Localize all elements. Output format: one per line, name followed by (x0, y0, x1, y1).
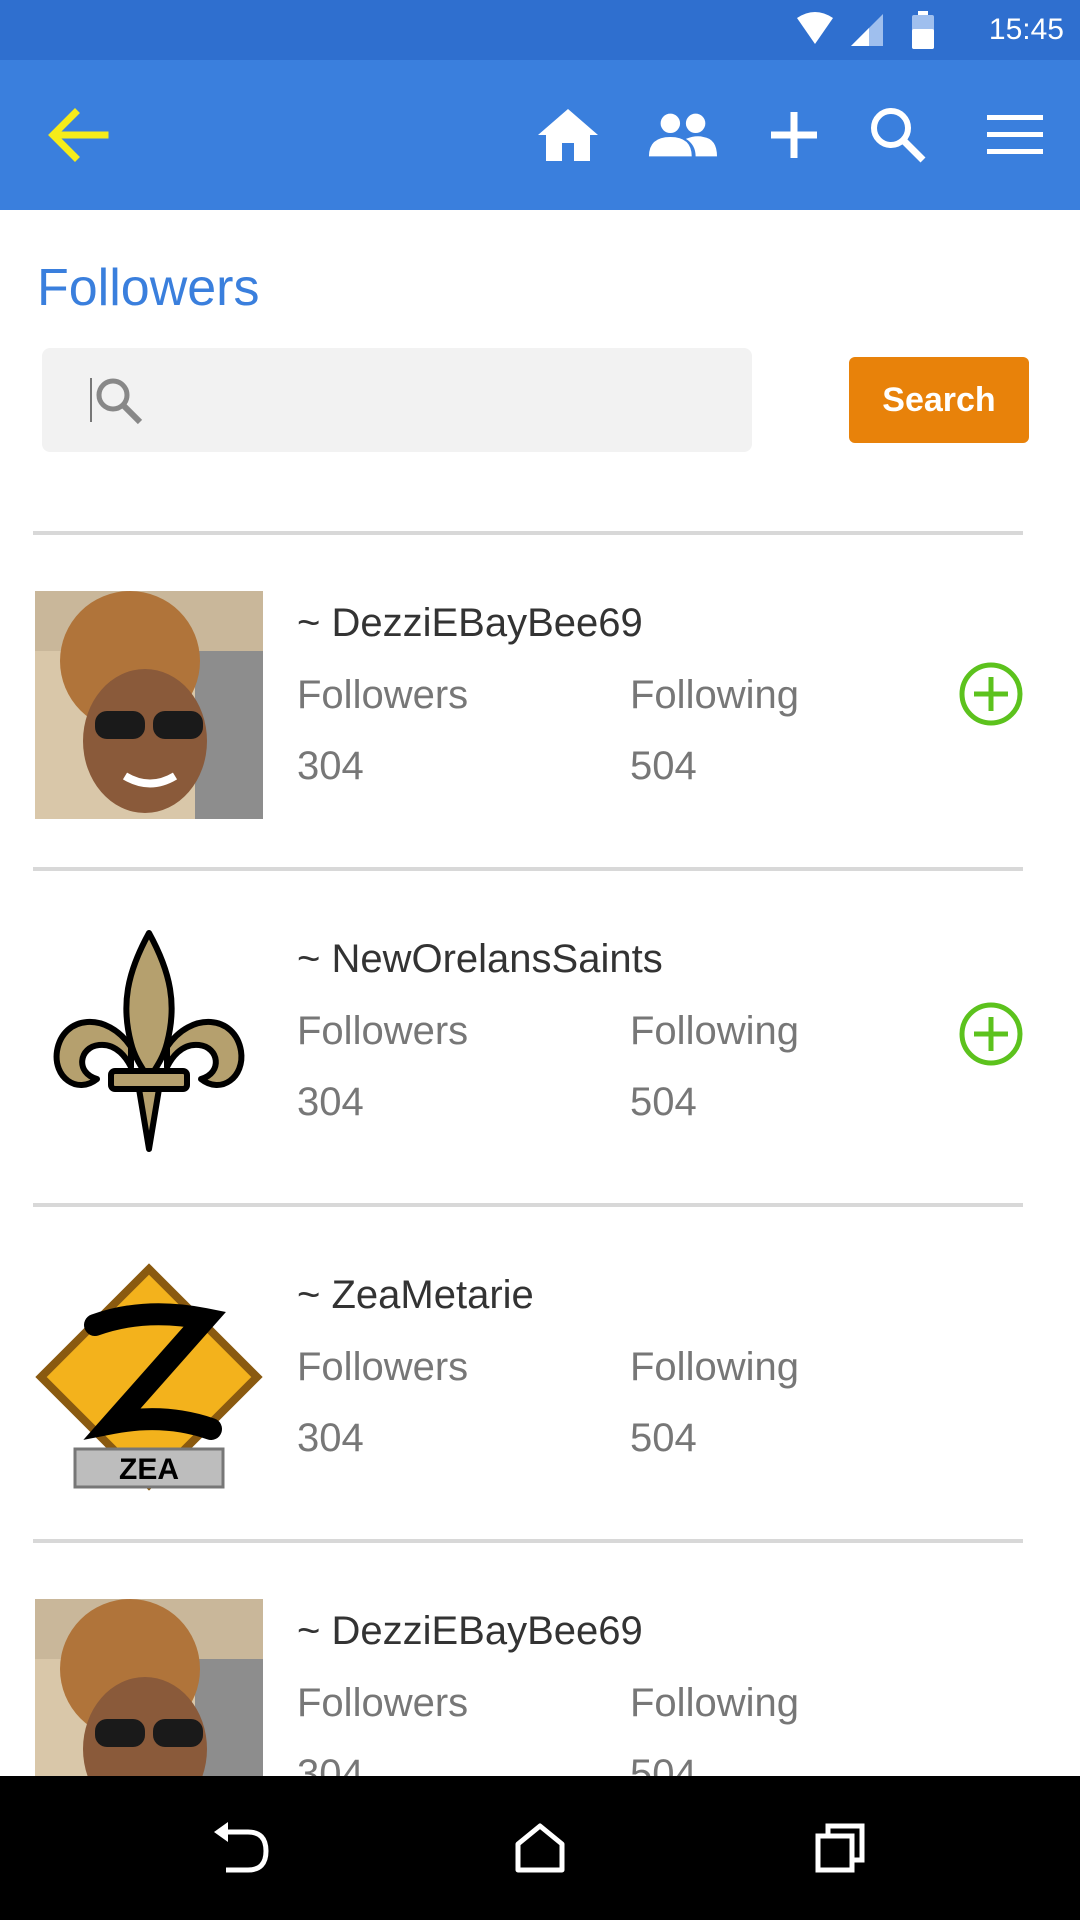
app-bar (0, 60, 1080, 210)
nav-recents-icon (815, 1823, 865, 1873)
following-count: 504 (630, 1080, 697, 1124)
username[interactable]: ~ ZeaMetarie (297, 1273, 534, 1318)
nav-back-icon (214, 1822, 269, 1873)
list-item[interactable]: ~ DezziEBayBee69 Followers Following 304… (0, 591, 1080, 831)
back-arrow-icon (48, 108, 109, 162)
username[interactable]: ~ DezziEBayBee69 (297, 1609, 643, 1654)
followers-label: Followers (297, 1345, 469, 1389)
list-item[interactable]: ZEA ~ ZeaMetarie Followers Following 304… (0, 1263, 1080, 1503)
following-label: Following (630, 1681, 799, 1725)
followers-label: Followers (297, 1681, 469, 1725)
wifi-icon (796, 12, 833, 44)
home-icon (538, 109, 598, 161)
add-circle-icon[interactable] (958, 1001, 1024, 1067)
page-title: Followers (37, 259, 260, 317)
avatar: ZEA (35, 1263, 263, 1491)
followers-count: 304 (297, 744, 364, 788)
divider (33, 867, 1023, 871)
battery-icon (911, 11, 934, 49)
search-button[interactable]: Search (849, 357, 1029, 443)
search-nav-button[interactable] (863, 105, 933, 165)
cellular-signal-icon (850, 14, 883, 46)
svg-text:ZEA: ZEA (119, 1453, 179, 1486)
following-label: Following (630, 1345, 799, 1389)
followers-count: 304 (297, 1416, 364, 1460)
username[interactable]: ~ NewOrelansSaints (297, 937, 663, 982)
nav-home-button[interactable] (504, 1812, 576, 1884)
add-circle-icon[interactable] (958, 661, 1024, 727)
following-label: Following (630, 673, 799, 717)
username[interactable]: ~ DezziEBayBee69 (297, 601, 643, 646)
avatar (35, 927, 263, 1155)
back-button[interactable] (42, 105, 112, 165)
search-input[interactable] (112, 348, 736, 454)
divider (33, 531, 1023, 535)
text-caret (90, 378, 92, 422)
nav-back-button[interactable] (204, 1812, 276, 1884)
followers-count: 304 (297, 1080, 364, 1124)
add-button[interactable] (759, 105, 829, 165)
nav-home-icon (515, 1823, 565, 1873)
following-count: 504 (630, 744, 697, 788)
following-label: Following (630, 1009, 799, 1053)
following-count: 504 (630, 1416, 697, 1460)
people-button[interactable] (647, 105, 717, 165)
status-time: 15:45 (988, 13, 1064, 46)
system-nav-bar (0, 1776, 1080, 1920)
people-icon (648, 113, 717, 157)
followers-label: Followers (297, 1009, 469, 1053)
menu-icon (987, 115, 1043, 154)
fleur-de-lis-logo (35, 927, 263, 1155)
search-field[interactable] (42, 348, 752, 454)
zea-logo: ZEA (35, 1263, 263, 1491)
avatar (35, 591, 263, 819)
status-bar: 15:45 (0, 0, 1080, 60)
divider (33, 1203, 1023, 1207)
search-icon (871, 108, 926, 163)
nav-recents-button[interactable] (804, 1812, 876, 1884)
list-item[interactable]: ~ NewOrelansSaints Followers Following 3… (0, 927, 1080, 1167)
menu-button[interactable] (980, 105, 1050, 165)
plus-icon (771, 112, 817, 158)
divider (33, 1539, 1023, 1543)
home-button[interactable] (533, 105, 603, 165)
followers-label: Followers (297, 673, 469, 717)
